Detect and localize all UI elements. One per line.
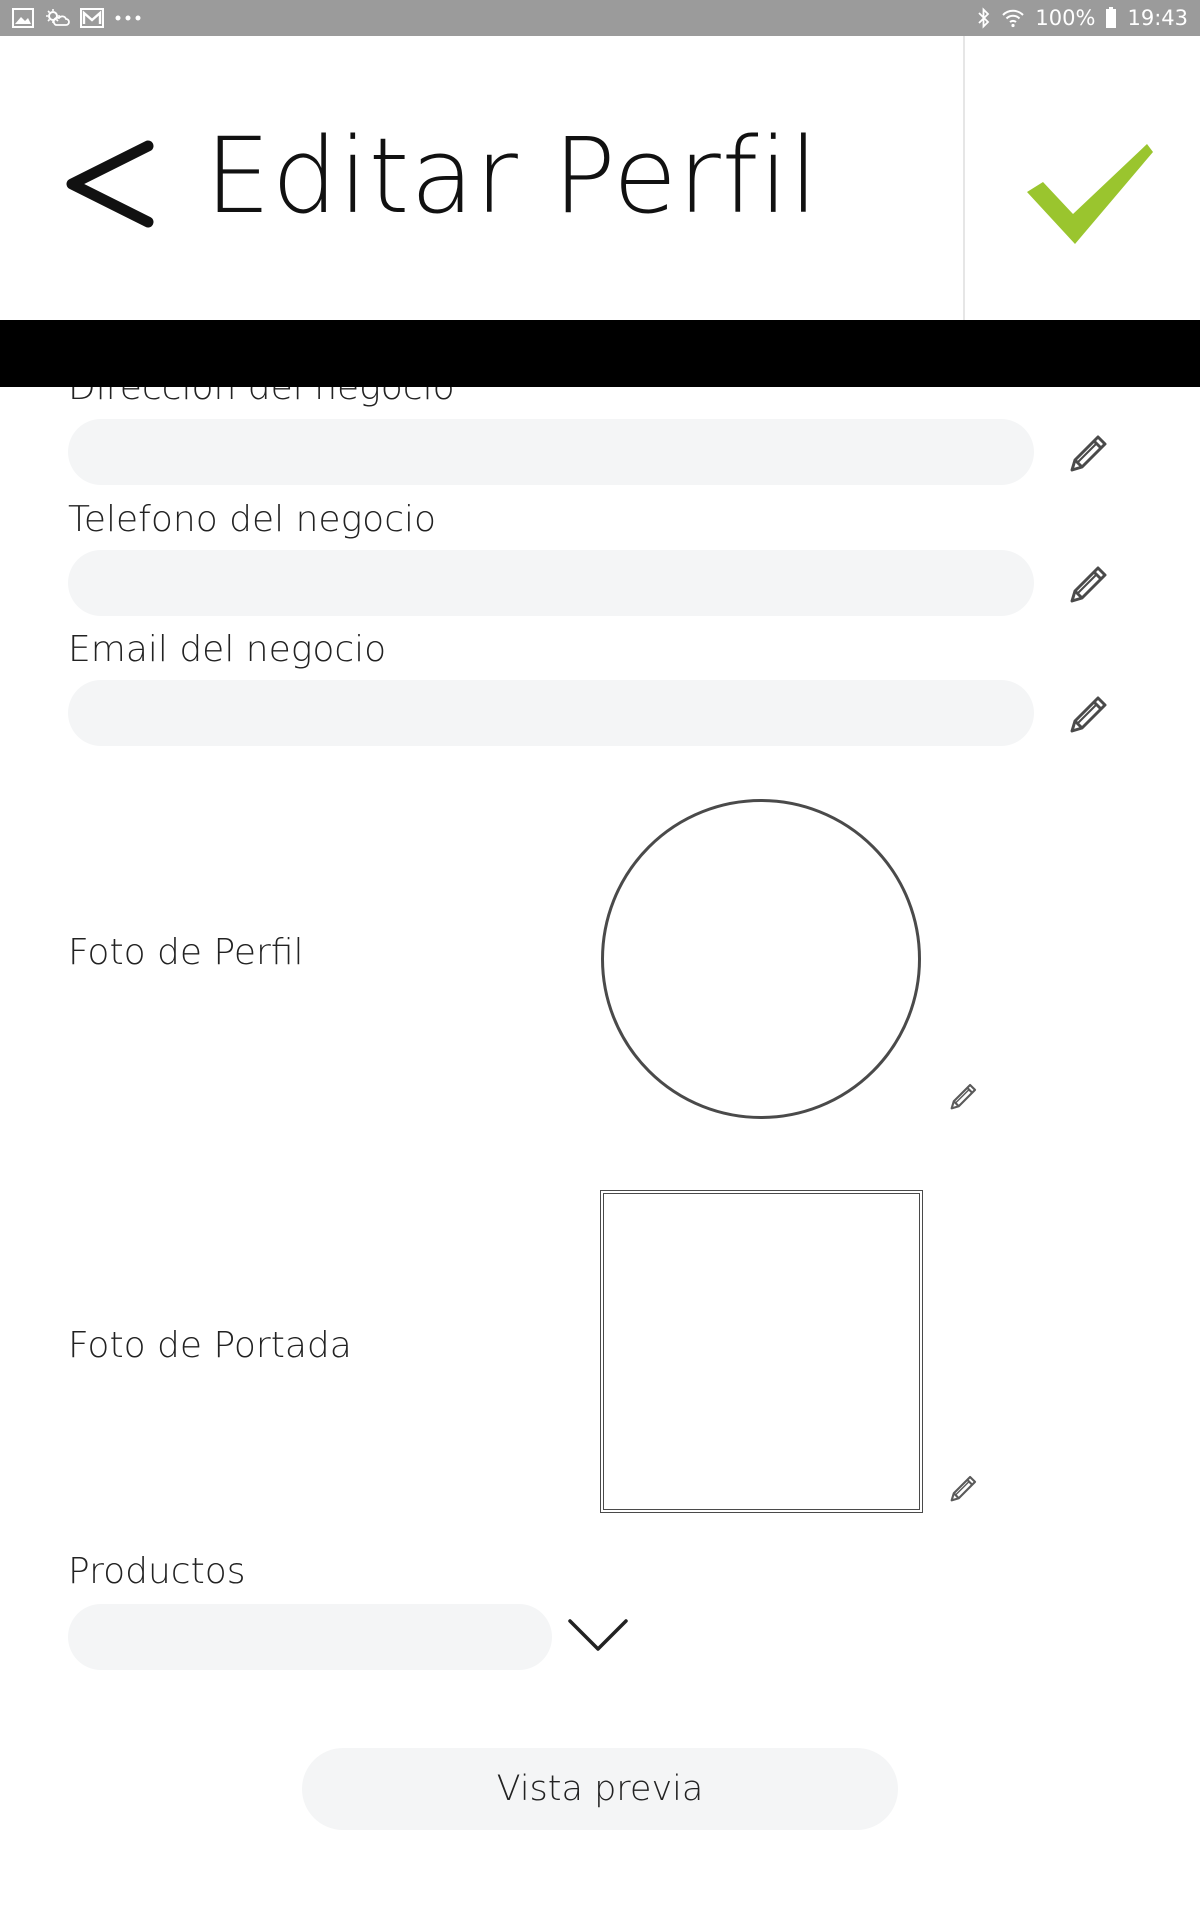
address-input[interactable] [68,419,1034,485]
back-button[interactable] [55,126,165,246]
email-input[interactable] [68,680,1034,746]
preview-button[interactable]: Vista previa [302,1748,898,1830]
phone-input[interactable] [68,550,1034,616]
chevron-down-icon [567,1617,629,1657]
edit-email-button[interactable] [1062,691,1114,743]
profile-form: Dirección del negocio Telefono del negoc… [0,387,1200,1920]
status-bar: 100% 19:43 [0,0,1200,36]
status-right-icons: 100% 19:43 [977,6,1188,30]
app-header: Editar Perfil [0,36,1200,320]
cover-photo-label: Foto de Portada [68,1325,352,1366]
page-title: Editar Perfil [205,115,820,237]
pencil-icon [1064,561,1112,613]
pencil-icon [946,1472,980,1510]
edit-profile-photo-button[interactable] [945,1081,981,1117]
products-dropdown-toggle[interactable] [565,1612,630,1662]
edit-address-button[interactable] [1062,430,1114,482]
status-left-icons [12,8,142,28]
wifi-icon [1001,8,1025,28]
chevron-left-icon [60,134,160,238]
edit-cover-photo-button[interactable] [945,1473,981,1509]
pencil-icon [1064,430,1112,482]
bluetooth-icon [977,7,991,29]
pencil-icon [946,1080,980,1118]
image-icon [12,8,34,28]
email-label: Email del negocio [68,629,387,670]
products-label: Productos [68,1551,246,1592]
phone-label: Telefono del negocio [68,499,437,540]
profile-photo-label: Foto de Perfil [68,932,304,973]
mail-icon [80,8,104,28]
battery-percent: 100% [1035,6,1096,30]
check-icon [1025,142,1155,251]
header-shadow-band [0,320,1200,387]
confirm-button[interactable] [1005,121,1175,271]
weather-icon [44,8,70,28]
status-time: 19:43 [1127,6,1188,30]
battery-icon [1105,7,1117,29]
header-divider [963,36,965,320]
address-label: Dirección del negocio [68,387,455,408]
more-dots-icon [114,14,142,22]
edit-phone-button[interactable] [1062,561,1114,613]
pencil-icon [1064,691,1112,743]
profile-photo-placeholder[interactable] [601,799,921,1119]
cover-photo-placeholder[interactable] [600,1190,923,1513]
products-select[interactable] [68,1604,552,1670]
